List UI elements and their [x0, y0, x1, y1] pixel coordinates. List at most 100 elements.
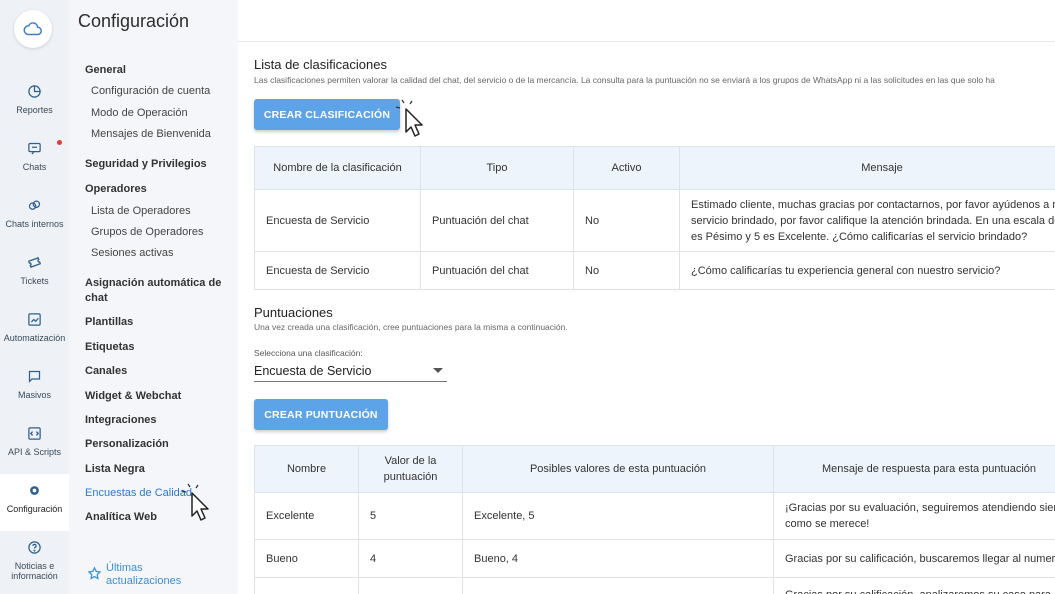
- table-row[interactable]: Encuesta de Servicio Puntuación del chat…: [254, 251, 1055, 290]
- crear-puntuacion-button[interactable]: CREAR PUNTUACIÓN: [254, 399, 388, 430]
- icon-rail: Reportes Chats Chats internos Tickets Au…: [0, 0, 69, 594]
- rail-label: Chats: [22, 162, 47, 172]
- table-header-row: Nombre de la clasificación Tipo Activo M…: [254, 146, 1055, 190]
- table-row[interactable]: Excelente 5 Excelente, 5 ¡Gracias por su…: [254, 492, 1055, 540]
- nav-canales[interactable]: Canales: [85, 365, 127, 377]
- table-row[interactable]: Gracias por su calificación, analizaremo…: [254, 577, 1055, 594]
- rail-item-noticias[interactable]: Noticias e información: [0, 531, 69, 594]
- rail-label: Reportes: [16, 105, 53, 115]
- nav-widget[interactable]: Widget & Webchat: [85, 390, 181, 402]
- nav-mensajes-bienvenida[interactable]: Mensajes de Bienvenida: [91, 128, 211, 140]
- clasificaciones-description: Las clasificaciones permiten valorar la …: [254, 75, 995, 85]
- rail-label: Chats internos: [5, 219, 64, 229]
- nav-asignacion[interactable]: Asignación automática de chat: [85, 276, 225, 306]
- puntuaciones-description: Una vez creada una clasificación, cree p…: [254, 322, 568, 332]
- cell-valor: [358, 577, 463, 594]
- table-row[interactable]: Encuesta de Servicio Puntuación del chat…: [254, 189, 1055, 252]
- clasificaciones-title: Lista de clasificaciones: [254, 57, 387, 72]
- cell-mensaje: Estimado cliente, muchas gracias por con…: [679, 189, 1055, 252]
- chat-bubble-icon: [26, 139, 44, 157]
- cell-valor: 5: [358, 492, 463, 540]
- notification-dot: [57, 140, 62, 145]
- cell-posibles: [462, 577, 774, 594]
- nav-personalizacion[interactable]: Personalización: [85, 438, 169, 450]
- pointer-cursor-icon: [395, 99, 423, 137]
- main-content: Lista de clasificaciones Las clasificaci…: [238, 0, 1055, 594]
- nav-modo-operacion[interactable]: Modo de Operación: [91, 107, 188, 119]
- cell-mensaje: Gracias por su calificación, analizaremo…: [773, 577, 1055, 594]
- nav-seguridad[interactable]: Seguridad y Privilegios: [85, 158, 207, 170]
- crear-clasificacion-button[interactable]: CREAR CLASIFICACIÓN: [254, 99, 400, 130]
- nav-integraciones[interactable]: Integraciones: [85, 414, 157, 426]
- cell-posibles: Excelente, 5: [462, 492, 774, 540]
- cell-nombre: Encuesta de Servicio: [254, 189, 421, 252]
- cell-nombre: Bueno: [254, 539, 359, 578]
- nav-general[interactable]: General: [85, 64, 126, 76]
- cell-nombre: Excelente: [254, 492, 359, 540]
- cell-posibles: Bueno, 4: [462, 539, 774, 578]
- nav-config-cuenta[interactable]: Configuración de cuenta: [91, 85, 210, 97]
- cell-mensaje: ¡Gracias por su evaluación, seguiremos a…: [773, 492, 1055, 540]
- puntuaciones-title: Puntuaciones: [254, 305, 333, 320]
- rail-item-chats-internos[interactable]: Chats internos: [0, 189, 69, 246]
- col-header-mensaje[interactable]: Mensaje: [679, 146, 1055, 190]
- rail-item-tickets[interactable]: Tickets: [0, 246, 69, 303]
- cell-tipo: Puntuación del chat: [420, 189, 574, 252]
- rail-item-masivos[interactable]: Masivos: [0, 360, 69, 417]
- table-header-row: Nombre Valor de la puntuación Posibles v…: [254, 445, 1055, 493]
- rail-item-api-scripts[interactable]: API & Scripts: [0, 417, 69, 474]
- nav-analitica[interactable]: Analítica Web: [85, 511, 157, 523]
- nav-sesiones[interactable]: Sesiones activas: [91, 247, 174, 259]
- select-value: Encuesta de Servicio: [254, 364, 372, 378]
- rail-item-reportes[interactable]: Reportes: [0, 75, 69, 132]
- rail-label: Automatización: [3, 333, 66, 343]
- cell-tipo: Puntuación del chat: [420, 251, 574, 290]
- col-header-nombre[interactable]: Nombre de la clasificación: [254, 146, 421, 190]
- updates-line2: actualizaciones: [106, 575, 182, 587]
- nav-operadores[interactable]: Operadores: [85, 183, 147, 195]
- cell-activo: No: [573, 251, 680, 290]
- header-divider: [238, 41, 1055, 42]
- col-header-nombre[interactable]: Nombre: [254, 445, 359, 493]
- sidebar-title: Configuración: [78, 11, 190, 31]
- rail-label: API & Scripts: [7, 447, 61, 457]
- select-label: Selecciona una clasificación:: [254, 348, 363, 358]
- updates-link[interactable]: Últimas actualizaciones: [87, 562, 181, 588]
- star-icon: [87, 566, 102, 580]
- rail-item-automatizacion[interactable]: Automatización: [0, 303, 69, 360]
- nav-lista-negra[interactable]: Lista Negra: [85, 463, 145, 475]
- updates-line1: Últimas: [106, 562, 143, 574]
- pie-chart-icon: [26, 82, 44, 100]
- pointer-cursor-icon: [181, 483, 209, 521]
- code-icon: [26, 424, 44, 442]
- rail-item-chats[interactable]: Chats: [0, 132, 69, 189]
- rail-label: Noticias e información: [11, 561, 58, 581]
- col-header-posibles[interactable]: Posibles valores de esta puntuación: [462, 445, 774, 493]
- col-header-tipo[interactable]: Tipo: [420, 146, 574, 190]
- nav-lista-operadores[interactable]: Lista de Operadores: [91, 205, 191, 217]
- rail-item-configuracion[interactable]: Configuración: [0, 474, 69, 531]
- app-logo[interactable]: [14, 10, 52, 48]
- rail-label: Tickets: [20, 276, 49, 286]
- cell-nombre: [254, 577, 359, 594]
- col-header-activo[interactable]: Activo: [573, 146, 680, 190]
- dropdown-arrow-icon: [433, 368, 443, 373]
- rail-label: Configuración: [6, 504, 63, 514]
- nav-encuestas-calidad[interactable]: Encuestas de Calidad: [85, 487, 192, 499]
- puntuaciones-table: Nombre Valor de la puntuación Posibles v…: [254, 445, 1055, 594]
- automation-icon: [26, 310, 44, 328]
- broadcast-icon: [26, 367, 44, 385]
- col-header-mensaje[interactable]: Mensaje de respuesta para esta puntuació…: [773, 445, 1055, 493]
- nav-plantillas[interactable]: Plantillas: [85, 316, 133, 328]
- cell-activo: No: [573, 189, 680, 252]
- nav-grupos-operadores[interactable]: Grupos de Operadores: [91, 226, 204, 238]
- table-row[interactable]: Bueno 4 Bueno, 4 Gracias por su califica…: [254, 539, 1055, 578]
- gear-icon: [26, 481, 44, 499]
- cell-mensaje: ¿Cómo calificarías tu experiencia genera…: [679, 251, 1055, 290]
- col-header-valor[interactable]: Valor de la puntuación: [358, 445, 463, 493]
- nav-etiquetas[interactable]: Etiquetas: [85, 341, 135, 353]
- clasificacion-select[interactable]: Encuesta de Servicio: [254, 361, 447, 382]
- cell-valor: 4: [358, 539, 463, 578]
- cell-nombre: Encuesta de Servicio: [254, 251, 421, 290]
- clasificaciones-table: Nombre de la clasificación Tipo Activo M…: [254, 146, 1055, 290]
